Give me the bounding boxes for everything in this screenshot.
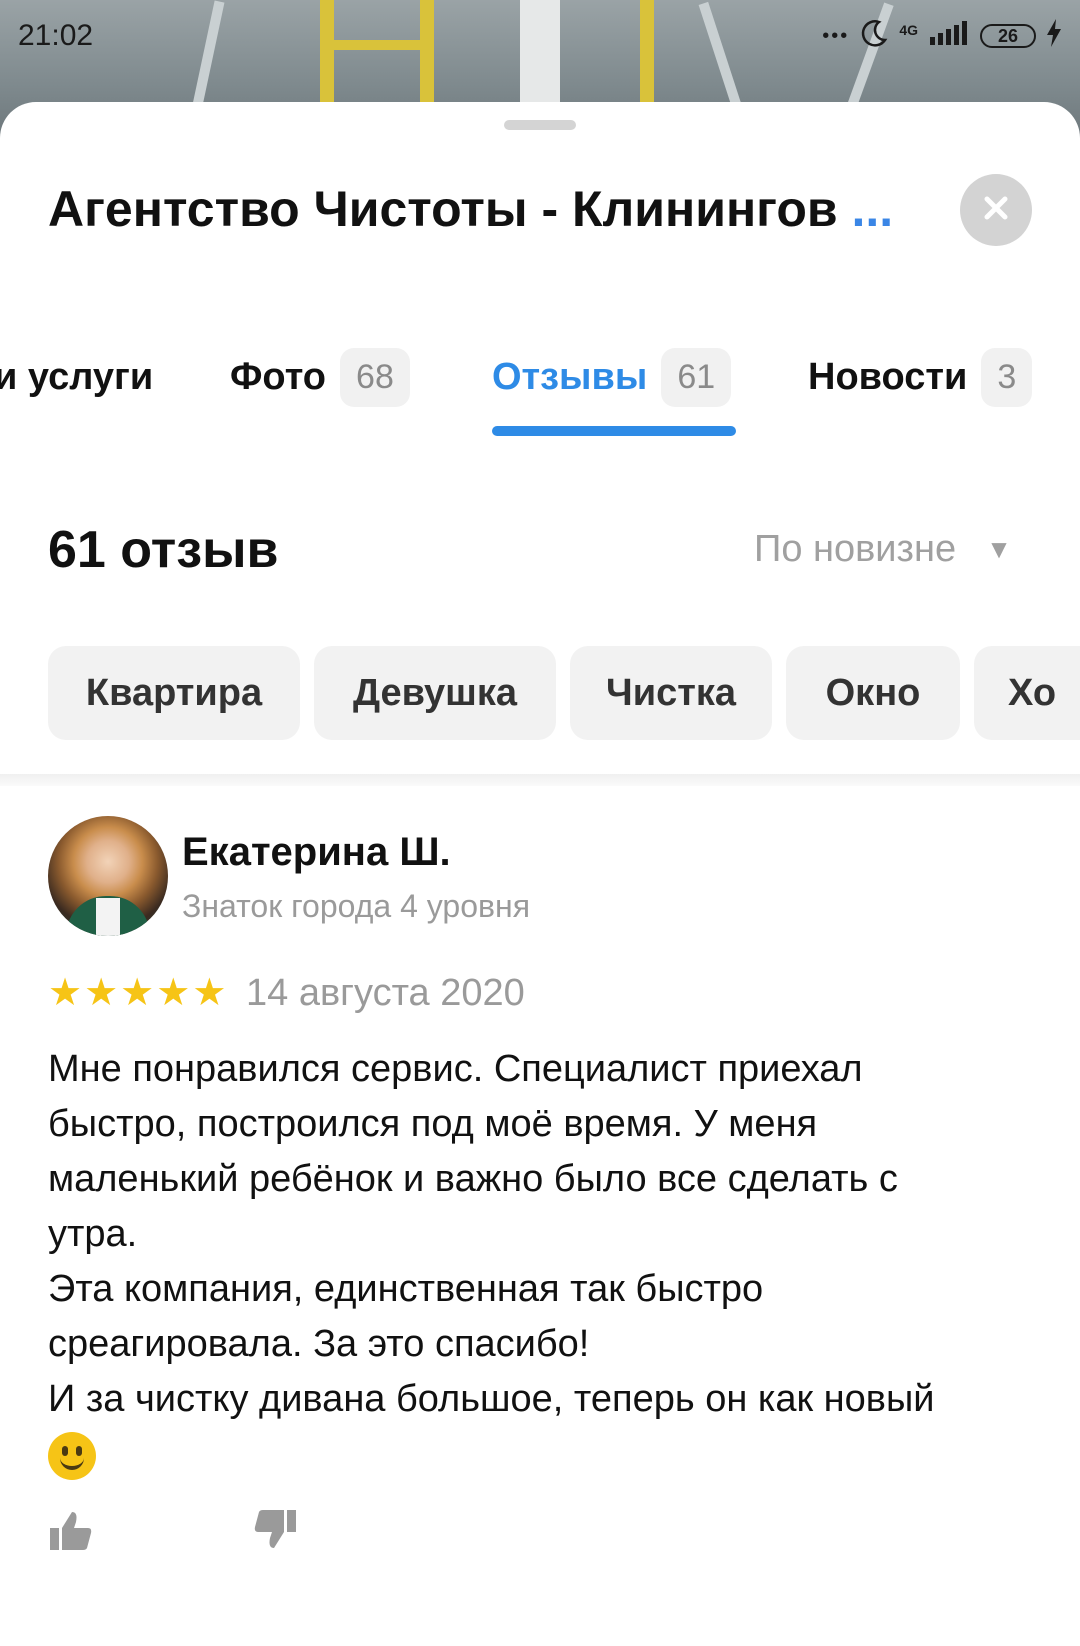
like-button[interactable]	[48, 1508, 94, 1554]
tab-label: и услуги	[0, 355, 154, 398]
tab-reviews[interactable]: Отзывы 61	[492, 342, 732, 412]
review-author-level: Знаток города 4 уровня	[182, 888, 531, 924]
star-icon: ★	[84, 972, 119, 1014]
tab-label: Отзывы	[492, 355, 648, 398]
avatar[interactable]	[48, 816, 168, 936]
star-icon: ★	[120, 972, 155, 1014]
tab-services[interactable]: и услуги	[0, 342, 153, 412]
status-time: 21:02	[18, 19, 94, 52]
more-dots-icon: •••	[822, 24, 850, 47]
chip-label: Окно	[825, 671, 921, 714]
close-icon	[982, 194, 1010, 227]
review-author-name[interactable]: Екатерина Ш.	[182, 830, 451, 875]
dislike-button[interactable]	[252, 1506, 298, 1552]
star-icon: ★	[156, 972, 191, 1014]
filter-chips: Квартира Девушка Чистка Окно Хо	[48, 646, 1080, 742]
tab-photos[interactable]: Фото 68	[230, 342, 410, 412]
review-date: 14 августа 2020	[246, 972, 525, 1014]
sort-label: По новизне	[754, 528, 957, 570]
reviews-count-heading: 61 отзыв	[48, 521, 279, 579]
signal-icon	[928, 19, 970, 53]
chip-label: Квартира	[85, 671, 263, 714]
moon-icon	[859, 18, 889, 54]
title-more[interactable]: ...	[852, 181, 894, 237]
drag-handle[interactable]	[504, 120, 576, 130]
chip-girl[interactable]: Девушка	[314, 646, 556, 740]
charging-icon	[1046, 19, 1062, 53]
chip-cleaning[interactable]: Чистка	[570, 646, 772, 740]
chip-apartment[interactable]: Квартира	[48, 646, 300, 740]
review-text: Мне понравился сервис. Специалист приеха…	[48, 1042, 1038, 1482]
review-text-body: Мне понравился сервис. Специалист приеха…	[48, 1048, 935, 1420]
sort-dropdown[interactable]: По новизне ▼	[754, 528, 1012, 571]
network-label: 4G	[899, 22, 918, 38]
star-icon: ★	[48, 972, 83, 1014]
chip-label: Хо	[1008, 671, 1057, 714]
close-button[interactable]	[960, 174, 1032, 246]
battery-level: 26	[997, 25, 1019, 46]
thumbs-up-icon	[48, 1512, 94, 1558]
tab-label: Фото	[230, 355, 327, 398]
chip-window[interactable]: Окно	[786, 646, 960, 740]
status-bar: 21:02 ••• 4G 26	[0, 0, 1080, 72]
tab-label: Новости	[808, 355, 968, 398]
chip-label: Девушка	[352, 671, 518, 714]
rating-stars: ★ ★ ★ ★ ★	[48, 974, 226, 1012]
smile-emoji-icon	[48, 1431, 96, 1480]
tab-count-badge: 61	[661, 347, 732, 407]
chip-label: Чистка	[606, 671, 736, 714]
thumbs-down-icon	[252, 1510, 298, 1556]
status-icons: ••• 4G 26	[822, 18, 1062, 54]
tab-news[interactable]: Новости 3	[808, 342, 1033, 412]
battery-icon: 26	[980, 24, 1036, 48]
place-card-sheet: Агентство Чистоты - Клинингов ... и услу…	[0, 102, 1080, 1646]
tab-count-badge: 3	[981, 347, 1033, 407]
section-separator	[0, 774, 1080, 786]
place-title-text: Агентство Чистоты - Клинингов	[48, 181, 838, 237]
chevron-down-icon: ▼	[986, 534, 1012, 564]
chip-more[interactable]: Хо	[974, 646, 1080, 740]
tab-count-badge: 68	[340, 347, 410, 407]
active-tab-indicator	[492, 426, 736, 436]
place-title: Агентство Чистоты - Клинингов ...	[48, 180, 908, 238]
star-icon: ★	[192, 972, 227, 1014]
